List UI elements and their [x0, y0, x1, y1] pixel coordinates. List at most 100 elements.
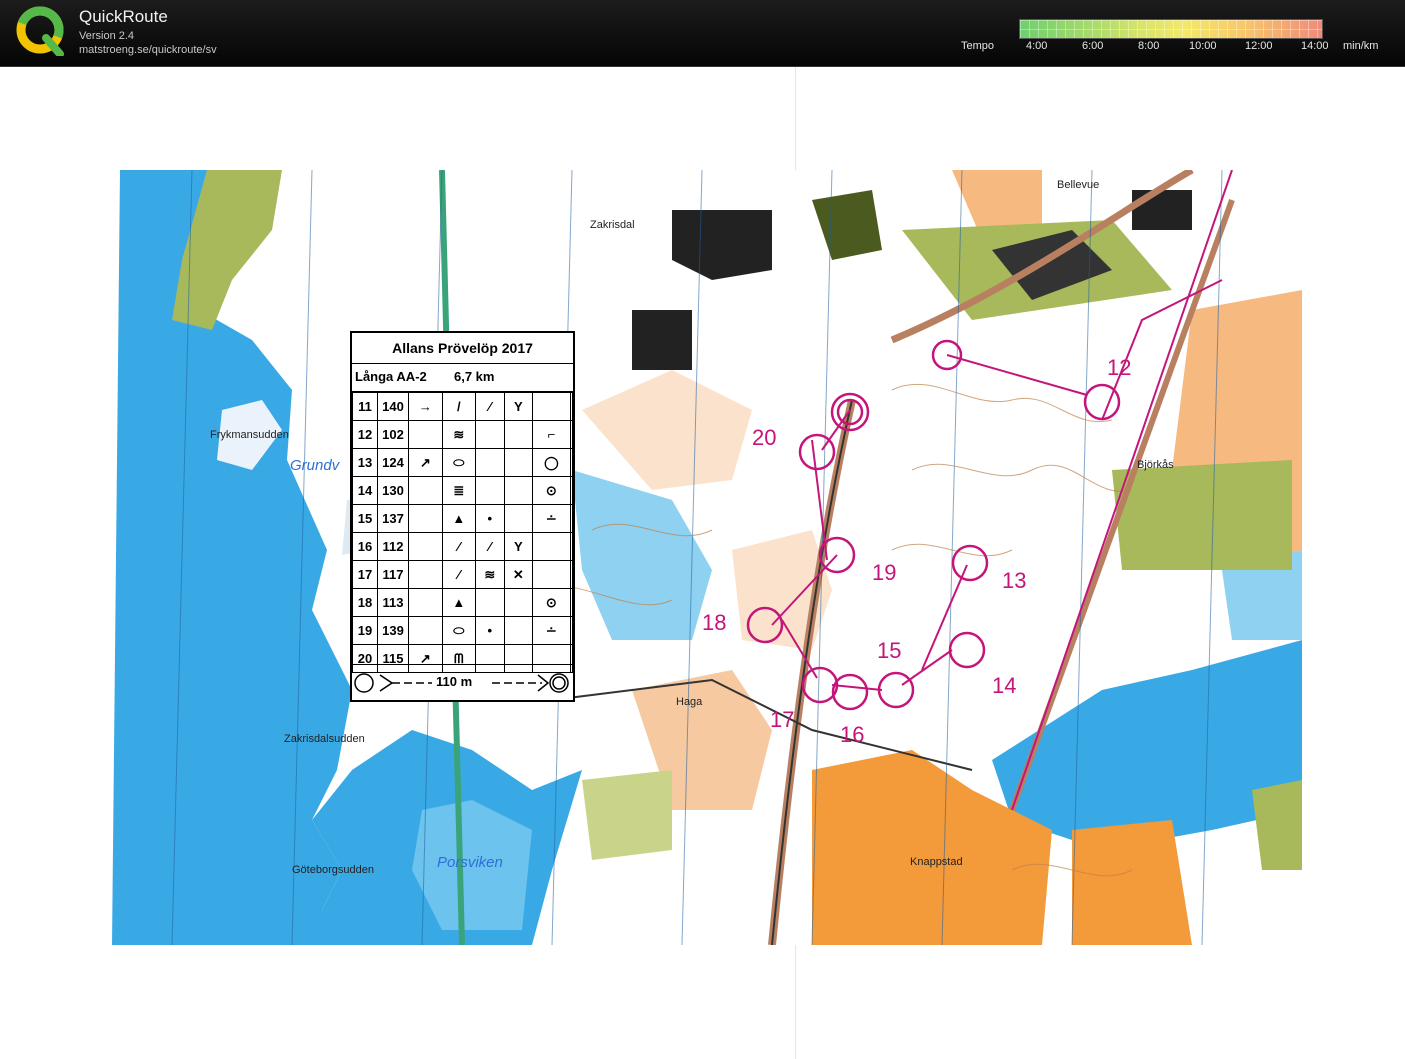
- tempo-tick: 14:00: [1301, 40, 1329, 52]
- control-number: 16: [840, 722, 864, 747]
- symbol-cell: [503, 448, 534, 477]
- symbol-cell: [532, 560, 571, 589]
- symbol-cell: ≋: [441, 420, 476, 449]
- table-row: 11 140 → / ⁄ Y: [352, 392, 574, 421]
- symbol-cell: [569, 588, 574, 617]
- placename: Knappstad: [910, 856, 963, 868]
- symbol-cell: Y: [503, 532, 534, 561]
- control-num-cell: 17: [352, 560, 378, 589]
- control-number: 20: [752, 425, 776, 450]
- symbol-cell: [569, 504, 574, 533]
- symbol-cell: [503, 420, 534, 449]
- tempo-label: Tempo: [961, 40, 995, 52]
- tempo-tick: 4:00: [1026, 40, 1048, 52]
- control-rows: 11 140 → / ⁄ Y 12 102 ≋ ⌐ 13 124 ↗ ⬭ ◯ 14 130 ≣ ⊙ 15 137…: [352, 392, 574, 673]
- symbol-cell: [503, 616, 534, 645]
- control-code-cell: 102: [377, 420, 409, 449]
- symbol-cell: ⁄: [474, 532, 505, 561]
- symbol-cell: [503, 588, 534, 617]
- placename: Zakrisdal: [590, 219, 635, 231]
- symbol-cell: /: [441, 392, 476, 421]
- control-code-cell: 139: [377, 616, 409, 645]
- table-row: 19 139 ⬭ • ∸: [352, 616, 574, 645]
- symbol-cell: →: [408, 392, 443, 421]
- symbol-cell: [532, 392, 571, 421]
- app-version: Version 2.4: [79, 30, 135, 42]
- course-length: 6,7 km: [454, 369, 495, 384]
- symbol-cell: ⊙: [532, 476, 571, 505]
- control-code-cell: 112: [377, 532, 409, 561]
- course-info: Långa AA-2 6,7 km: [352, 364, 573, 392]
- symbol-cell: ↗: [408, 448, 443, 477]
- orienteering-map[interactable]: 20 12 19 13 18 15 14 17 16 Zakrisdal Bel…: [112, 170, 1302, 945]
- symbol-cell: [569, 616, 574, 645]
- placename: Zakrisdalsudden: [284, 733, 365, 745]
- symbol-cell: [569, 392, 574, 421]
- symbol-cell: [503, 504, 534, 533]
- placename: Björkås: [1137, 459, 1174, 471]
- symbol-cell: ✕: [503, 560, 534, 589]
- control-num-cell: 18: [352, 588, 378, 617]
- control-code-cell: 117: [377, 560, 409, 589]
- placename: Göteborgsudden: [292, 864, 374, 876]
- symbol-cell: ⁄: [474, 392, 505, 421]
- control-code-cell: 137: [377, 504, 409, 533]
- symbol-cell: [569, 476, 574, 505]
- symbol-cell: ◯: [532, 448, 571, 477]
- symbol-cell: [569, 560, 574, 589]
- control-num-cell: 14: [352, 476, 378, 505]
- water-name: Porsviken: [437, 854, 503, 871]
- symbol-cell: •: [474, 616, 505, 645]
- symbol-cell: •: [474, 504, 505, 533]
- table-row: 14 130 ≣ ⊙: [352, 476, 574, 505]
- course-name: Långa AA-2: [355, 369, 427, 384]
- symbol-cell: ⌐: [532, 420, 571, 449]
- symbol-cell: ⁄: [441, 532, 476, 561]
- control-num-cell: 11: [352, 392, 378, 421]
- symbol-cell: [474, 476, 505, 505]
- symbol-cell: Y: [503, 392, 534, 421]
- table-row: 15 137 ▲ • ∸: [352, 504, 574, 533]
- symbol-cell: [569, 420, 574, 449]
- control-number: 13: [1002, 568, 1026, 593]
- symbol-cell: [408, 588, 443, 617]
- symbol-cell: [474, 588, 505, 617]
- table-row: 18 113 ▲ ⊙: [352, 588, 574, 617]
- control-num-cell: 15: [352, 504, 378, 533]
- symbol-cell: [408, 504, 443, 533]
- tempo-tick: 6:00: [1082, 40, 1104, 52]
- control-code-cell: 124: [377, 448, 409, 477]
- control-num-cell: 16: [352, 532, 378, 561]
- symbol-cell: [474, 420, 505, 449]
- symbol-cell: [408, 532, 443, 561]
- placename: Bellevue: [1057, 179, 1099, 191]
- tempo-tick: 10:00: [1189, 40, 1217, 52]
- symbol-cell: ⬭: [441, 448, 476, 477]
- symbol-cell: [569, 448, 574, 477]
- finish-row: 110 m: [352, 664, 573, 701]
- tempo-tick: 8:00: [1138, 40, 1160, 52]
- control-number: 14: [992, 673, 1016, 698]
- placename: Frykmansudden: [210, 429, 289, 441]
- control-code-cell: 140: [377, 392, 409, 421]
- control-num-cell: 13: [352, 448, 378, 477]
- symbol-cell: ⬭: [441, 616, 476, 645]
- symbol-cell: ≋: [474, 560, 505, 589]
- symbol-cell: ▲: [441, 504, 476, 533]
- symbol-cell: ∸: [532, 504, 571, 533]
- app-url[interactable]: matstroeng.se/quickroute/sv: [79, 44, 217, 56]
- symbol-cell: ⁄: [441, 560, 476, 589]
- finish-distance: 110 m: [436, 674, 473, 689]
- tempo-color-legend: [1019, 19, 1323, 39]
- app-header: QuickRoute Version 2.4 matstroeng.se/qui…: [0, 0, 1405, 67]
- symbol-cell: [532, 532, 571, 561]
- table-row: 12 102 ≋ ⌐: [352, 420, 574, 449]
- app-title: QuickRoute: [79, 7, 168, 26]
- symbol-cell: [408, 476, 443, 505]
- control-description-sheet: Allans Prövelöp 2017 Långa AA-2 6,7 km 1…: [350, 331, 575, 702]
- control-num-cell: 19: [352, 616, 378, 645]
- table-row: 17 117 ⁄ ≋ ✕: [352, 560, 574, 589]
- water-name: Grundv: [290, 457, 341, 474]
- symbol-cell: ≣: [441, 476, 476, 505]
- symbol-cell: ▲: [441, 588, 476, 617]
